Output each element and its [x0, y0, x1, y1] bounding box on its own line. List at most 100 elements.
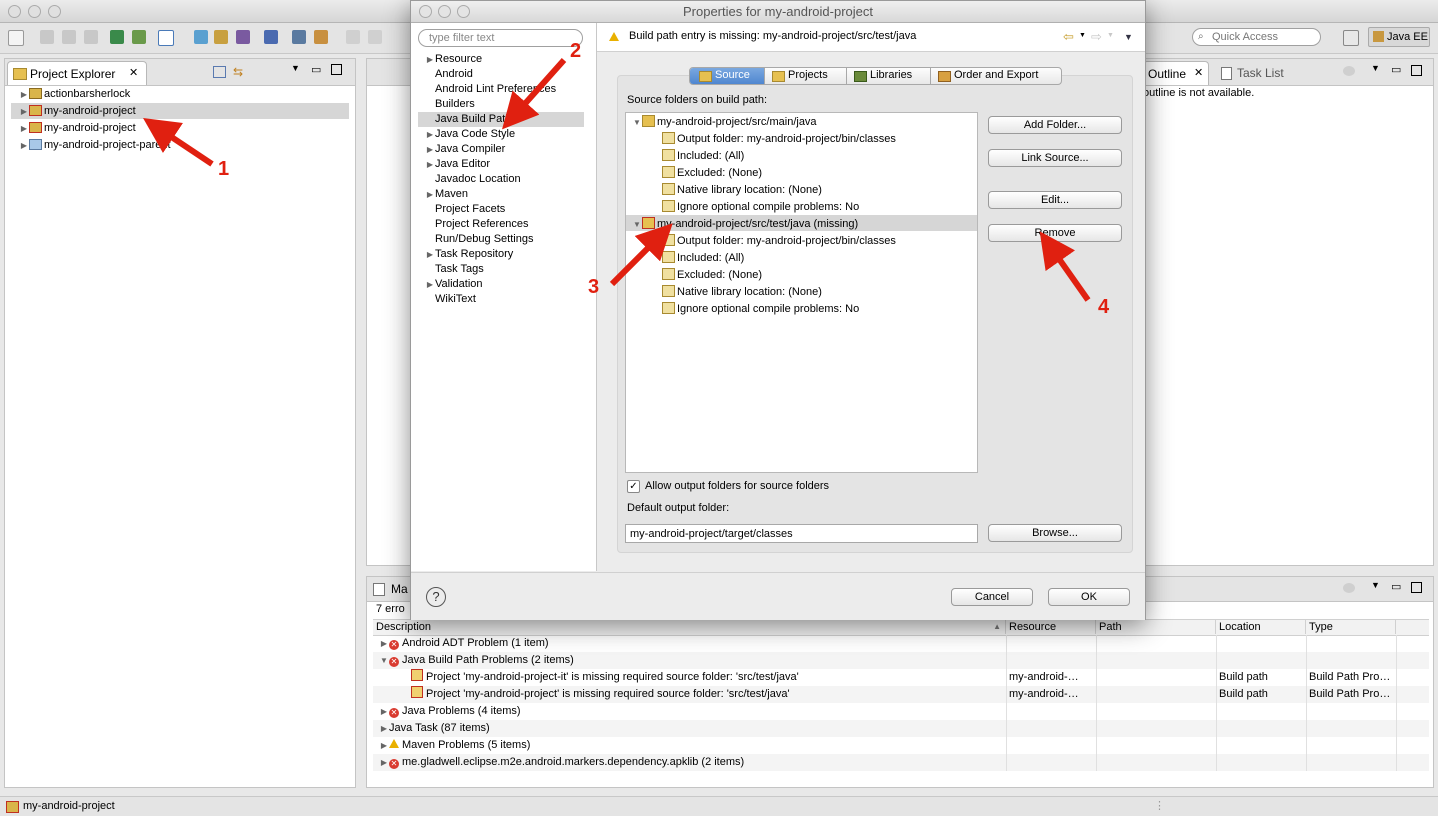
- perspective-java-ee[interactable]: Java EE: [1368, 27, 1430, 47]
- nav-item[interactable]: Android: [425, 67, 473, 82]
- tree-source-folder[interactable]: ▼ my-android-project/src/main/java: [632, 114, 817, 130]
- nav-item[interactable]: Builders: [425, 97, 475, 112]
- tree-folder-attribute[interactable]: Native library location: (None): [662, 284, 822, 300]
- minimize-window-button[interactable]: [28, 5, 41, 18]
- chevron-right-icon[interactable]: ▶: [379, 720, 389, 737]
- outline-tab[interactable]: Outline ✕: [1143, 61, 1209, 85]
- nav-item[interactable]: Project References: [425, 217, 529, 232]
- column-location[interactable]: Location: [1216, 620, 1306, 634]
- filter-input[interactable]: type filter text: [418, 29, 583, 47]
- forward-icon[interactable]: ⇨: [1091, 29, 1102, 45]
- nav-item[interactable]: Task Tags: [425, 262, 484, 277]
- open-perspective-icon[interactable]: [1343, 30, 1359, 46]
- open-task-icon[interactable]: [292, 30, 306, 44]
- table-row[interactable]: ▶ ✕ Java Problems (4 items): [373, 703, 1429, 720]
- project-explorer-tab[interactable]: Project Explorer ✕: [7, 61, 147, 85]
- link-source-button[interactable]: Link Source...: [988, 149, 1122, 167]
- new-interface-icon[interactable]: [236, 30, 250, 44]
- chevron-right-icon[interactable]: ▶: [425, 157, 435, 172]
- source-folders-tree[interactable]: ▼ my-android-project/src/main/java Output …: [625, 112, 978, 473]
- download-icon[interactable]: [110, 30, 124, 44]
- chevron-down-icon[interactable]: ▼: [291, 63, 300, 73]
- menu-chevron-icon[interactable]: ▼: [1124, 32, 1133, 42]
- chevron-right-icon[interactable]: ▶: [425, 277, 435, 292]
- tree-folder-attribute[interactable]: Ignore optional compile problems: No: [662, 199, 859, 215]
- nav-item[interactable]: ▶ Maven: [425, 187, 468, 202]
- quick-access-field[interactable]: ⌕ Quick Access: [1192, 28, 1321, 46]
- new-package-icon[interactable]: [214, 30, 228, 44]
- tree-folder-attribute[interactable]: Output folder: my-android-project/bin/cl…: [662, 233, 896, 249]
- column-description[interactable]: Description ▲: [373, 620, 1006, 634]
- tab-order-export[interactable]: Order and Export: [930, 68, 1061, 84]
- tree-folder-attribute[interactable]: Output folder: my-android-project/bin/cl…: [662, 131, 896, 147]
- table-row[interactable]: Project 'my-android-project' is missing …: [373, 686, 1429, 703]
- chevron-down-icon[interactable]: ▼: [632, 115, 642, 131]
- close-icon[interactable]: ✕: [129, 66, 138, 79]
- table-row[interactable]: ▶ ✕ Android ADT Problem (1 item): [373, 635, 1429, 652]
- search-icon[interactable]: [264, 30, 278, 44]
- allow-output-checkbox[interactable]: ✓ Allow output folders for source folder…: [627, 479, 927, 495]
- android-sdk-icon[interactable]: [132, 30, 146, 44]
- nav-item[interactable]: Java Build Path: [425, 112, 511, 127]
- tree-item-my-android-project[interactable]: ▶ my-android-project: [19, 103, 136, 119]
- browse-button[interactable]: Browse...: [988, 524, 1122, 542]
- chevron-down-icon[interactable]: ▼: [1371, 63, 1380, 73]
- save-icon[interactable]: [40, 30, 54, 44]
- table-row[interactable]: ▶ Java Task (87 items): [373, 720, 1429, 737]
- new-icon[interactable]: [8, 30, 24, 46]
- tree-item-actionbarsherlock[interactable]: ▶ actionbarsherlock: [19, 86, 130, 102]
- maximize-icon[interactable]: [331, 64, 342, 75]
- default-output-field[interactable]: my-android-project/target/classes: [625, 524, 978, 543]
- chevron-down-icon[interactable]: ▼: [632, 217, 642, 233]
- nav-item[interactable]: Run/Debug Settings: [425, 232, 533, 247]
- maximize-icon[interactable]: [1411, 582, 1422, 593]
- chevron-right-icon[interactable]: ▶: [19, 104, 29, 120]
- column-type[interactable]: Type: [1306, 620, 1396, 634]
- chevron-right-icon[interactable]: ▶: [425, 247, 435, 262]
- nav-item[interactable]: Javadoc Location: [425, 172, 521, 187]
- column-path[interactable]: Path: [1096, 620, 1216, 634]
- new-class-icon[interactable]: [194, 30, 208, 44]
- cancel-button[interactable]: Cancel: [951, 588, 1033, 606]
- nav-item[interactable]: ▶ Java Editor: [425, 157, 490, 172]
- chevron-down-icon[interactable]: ▼: [1079, 32, 1086, 39]
- undo-icon[interactable]: [346, 30, 360, 44]
- save-all-icon[interactable]: [62, 30, 76, 44]
- print-icon[interactable]: [84, 30, 98, 44]
- tree-folder-attribute[interactable]: Included: (All): [662, 250, 744, 266]
- ok-button[interactable]: OK: [1048, 588, 1130, 606]
- nav-item[interactable]: ▶ Java Code Style: [425, 127, 515, 142]
- close-window-button[interactable]: [8, 5, 21, 18]
- nav-item[interactable]: ▶ Task Repository: [425, 247, 513, 262]
- chevron-right-icon[interactable]: ▶: [379, 703, 389, 720]
- minimize-icon[interactable]: ▭: [311, 63, 321, 76]
- tree-folder-attribute[interactable]: Excluded: (None): [662, 267, 762, 283]
- tab-projects[interactable]: Projects: [764, 68, 847, 84]
- checkbox-icon[interactable]: [158, 30, 174, 46]
- chevron-right-icon[interactable]: ▶: [19, 138, 29, 154]
- chevron-down-icon[interactable]: ▼: [1107, 32, 1114, 39]
- chevron-down-icon[interactable]: ▼: [1371, 580, 1380, 590]
- chevron-right-icon[interactable]: ▶: [19, 87, 29, 103]
- table-row[interactable]: ▶ Maven Problems (5 items): [373, 737, 1429, 754]
- chevron-right-icon[interactable]: ▶: [425, 142, 435, 157]
- open-type-icon[interactable]: [314, 30, 328, 44]
- nav-item[interactable]: WikiText: [425, 292, 476, 307]
- checkbox[interactable]: ✓: [627, 480, 640, 493]
- tree-folder-attribute[interactable]: Ignore optional compile problems: No: [662, 301, 859, 317]
- add-folder-button[interactable]: Add Folder...: [988, 116, 1122, 134]
- tree-folder-attribute[interactable]: Included: (All): [662, 148, 744, 164]
- minimize-icon[interactable]: ▭: [1391, 580, 1401, 593]
- task-list-tab[interactable]: Task List: [1219, 61, 1319, 85]
- nav-item[interactable]: ▶ Resource: [425, 52, 482, 67]
- chevron-right-icon[interactable]: ▶: [379, 754, 389, 771]
- chevron-right-icon[interactable]: ▶: [425, 52, 435, 67]
- resize-grip-icon[interactable]: ⋮: [1154, 799, 1165, 812]
- redo-icon[interactable]: [368, 30, 382, 44]
- tree-item-my-android-project-it[interactable]: ▶ my-android-project: [19, 120, 136, 136]
- table-row[interactable]: Project 'my-android-project-it' is missi…: [373, 669, 1429, 686]
- remove-button[interactable]: Remove: [988, 224, 1122, 242]
- maximize-icon[interactable]: [1411, 65, 1422, 76]
- nav-item[interactable]: ▶ Java Compiler: [425, 142, 505, 157]
- tab-libraries[interactable]: Libraries: [846, 68, 931, 84]
